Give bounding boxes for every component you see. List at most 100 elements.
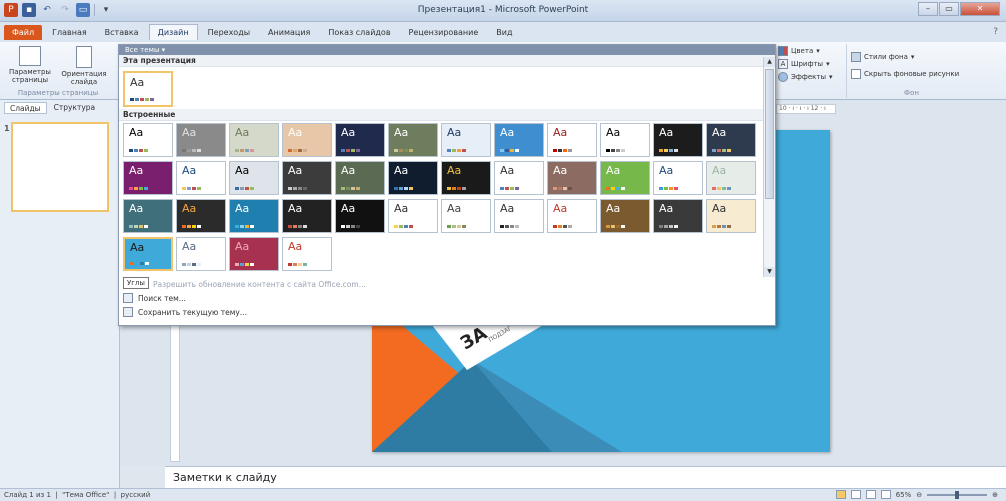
theme-thumbnail[interactable]: Aa xyxy=(388,161,438,195)
enable-office-updates-link[interactable]: Разрешить обновление контента с сайта Of… xyxy=(123,277,763,291)
theme-thumbnail[interactable]: Aa xyxy=(547,199,597,233)
tab-review[interactable]: Рецензирование xyxy=(401,25,487,40)
title-bar: P ▪ ↶ ↷ ▭ ▾ Презентация1 - Microsoft Pow… xyxy=(0,0,1006,22)
save-theme-link[interactable]: Сохранить текущую тему... xyxy=(123,305,763,319)
folder-icon xyxy=(123,293,133,303)
minimize-button[interactable]: – xyxy=(918,2,938,16)
zoom-out-button[interactable]: ⊖ xyxy=(916,491,922,499)
theme-thumbnail[interactable]: Aa xyxy=(653,199,703,233)
help-icon[interactable]: ? xyxy=(993,27,998,37)
theme-thumbnail[interactable]: Aa xyxy=(494,161,544,195)
theme-thumbnail[interactable]: Aa xyxy=(600,161,650,195)
all-themes-header[interactable]: Все темы ▾ xyxy=(119,45,775,55)
slideshow-view-button[interactable] xyxy=(880,490,891,499)
slide-sorter-button[interactable] xyxy=(850,490,861,499)
theme-thumbnail[interactable]: Aa xyxy=(229,161,279,195)
theme-thumbnail[interactable]: Aa xyxy=(176,237,226,271)
tab-home[interactable]: Главная xyxy=(44,25,95,40)
theme-label: Aa xyxy=(288,164,303,177)
theme-label: Aa xyxy=(553,164,568,177)
theme-thumbnail[interactable]: Aa xyxy=(441,123,491,157)
checkbox-icon xyxy=(851,68,861,79)
tab-outline[interactable]: Структура xyxy=(49,102,101,114)
theme-label: Aa xyxy=(606,126,621,139)
theme-thumbnail[interactable]: Aa xyxy=(494,123,544,157)
tab-slides[interactable]: Слайды xyxy=(4,102,47,114)
background-styles-button[interactable]: Стили фона ▾ xyxy=(851,50,976,63)
theme-thumbnail[interactable]: Aa xyxy=(229,237,279,271)
theme-thumbnail[interactable]: Aa xyxy=(441,199,491,233)
theme-label: Aa xyxy=(712,202,727,215)
theme-thumbnail[interactable]: Aa xyxy=(282,199,332,233)
theme-color-swatches xyxy=(235,149,254,152)
gallery-scrollbar[interactable]: ▲ ▼ xyxy=(763,57,775,277)
tab-file[interactable]: Файл xyxy=(4,24,43,40)
theme-thumbnail[interactable]: Aa xyxy=(229,199,279,233)
maximize-button[interactable]: ▭ xyxy=(939,2,959,16)
colors-button[interactable]: Цвета ▾ xyxy=(778,44,840,57)
slide-thumbnail[interactable] xyxy=(11,122,109,212)
theme-thumbnail[interactable]: Aa xyxy=(335,123,385,157)
theme-thumbnail[interactable]: Aa xyxy=(547,123,597,157)
theme-thumbnail[interactable]: Aa xyxy=(123,123,173,157)
vertical-ruler xyxy=(170,302,180,462)
tab-design[interactable]: Дизайн xyxy=(148,24,198,40)
theme-thumbnail[interactable]: Aa xyxy=(706,199,756,233)
normal-view-button[interactable] xyxy=(835,490,846,499)
theme-thumbnail[interactable]: Aa xyxy=(494,199,544,233)
theme-thumbnail[interactable]: Aa xyxy=(282,237,332,271)
theme-thumbnail[interactable]: Aa xyxy=(600,199,650,233)
theme-thumbnail[interactable]: Aa xyxy=(123,161,173,195)
tab-animations[interactable]: Анимация xyxy=(260,25,318,40)
theme-label: Aa xyxy=(341,164,356,177)
theme-thumbnail[interactable]: Aa xyxy=(176,123,226,157)
theme-thumbnail[interactable]: Aa xyxy=(335,161,385,195)
zoom-in-button[interactable]: ⊕ xyxy=(992,491,998,499)
theme-thumbnail[interactable]: Aa xyxy=(176,199,226,233)
effects-label: Эффекты xyxy=(791,72,826,81)
scroll-down-icon[interactable]: ▼ xyxy=(764,267,775,277)
orientation-button[interactable]: Ориентация слайда xyxy=(58,44,110,86)
theme-color-swatches xyxy=(288,149,307,152)
theme-thumbnail[interactable]: Aa xyxy=(600,123,650,157)
theme-thumbnail[interactable]: Aa xyxy=(653,161,703,195)
colors-dropdown-icon: ▾ xyxy=(816,46,820,55)
browse-themes-link[interactable]: Поиск тем... xyxy=(123,291,763,305)
theme-thumbnail[interactable]: Aa xyxy=(706,161,756,195)
theme-color-swatches xyxy=(553,225,572,228)
reading-view-button[interactable] xyxy=(865,490,876,499)
theme-thumbnail[interactable]: Aa xyxy=(123,237,173,271)
tab-insert[interactable]: Вставка xyxy=(97,25,147,40)
theme-label: Aa xyxy=(606,164,621,177)
theme-thumbnail[interactable]: Aa xyxy=(282,123,332,157)
theme-thumbnail[interactable]: Aa xyxy=(335,199,385,233)
theme-label: Aa xyxy=(659,202,674,215)
theme-thumbnail[interactable]: Aa xyxy=(388,123,438,157)
current-theme-thumbnail[interactable]: Aa xyxy=(123,71,173,107)
theme-thumbnail[interactable]: Aa xyxy=(282,161,332,195)
theme-thumbnail[interactable]: Aa xyxy=(229,123,279,157)
theme-label: Aa xyxy=(659,126,674,139)
zoom-slider[interactable] xyxy=(927,490,988,499)
effects-button[interactable]: Эффекты ▾ xyxy=(778,70,840,83)
page-setup-button[interactable]: Параметры страницы xyxy=(4,44,56,84)
theme-thumbnail[interactable]: Aa xyxy=(653,123,703,157)
theme-thumbnail[interactable]: Aa xyxy=(706,123,756,157)
tab-slideshow[interactable]: Показ слайдов xyxy=(320,25,398,40)
theme-thumbnail[interactable]: Aa xyxy=(547,161,597,195)
notes-pane[interactable]: Заметки к слайду xyxy=(165,466,1006,488)
scroll-thumb[interactable] xyxy=(765,69,774,199)
theme-thumbnail[interactable]: Aa xyxy=(441,161,491,195)
theme-thumbnail[interactable]: Aa xyxy=(176,161,226,195)
fonts-button[interactable]: A Шрифты ▾ xyxy=(778,57,840,70)
hide-background-checkbox[interactable]: Скрыть фоновые рисунки xyxy=(851,67,976,80)
close-button[interactable]: ✕ xyxy=(960,2,1000,16)
theme-thumbnail[interactable]: Aa xyxy=(388,199,438,233)
theme-color-swatches xyxy=(447,149,466,152)
tab-view[interactable]: Вид xyxy=(488,25,520,40)
theme-label: Aa xyxy=(129,126,144,139)
theme-thumbnail[interactable]: Aa xyxy=(123,199,173,233)
scroll-up-icon[interactable]: ▲ xyxy=(764,57,775,67)
tab-transitions[interactable]: Переходы xyxy=(200,25,258,40)
theme-color-swatches xyxy=(235,263,254,266)
